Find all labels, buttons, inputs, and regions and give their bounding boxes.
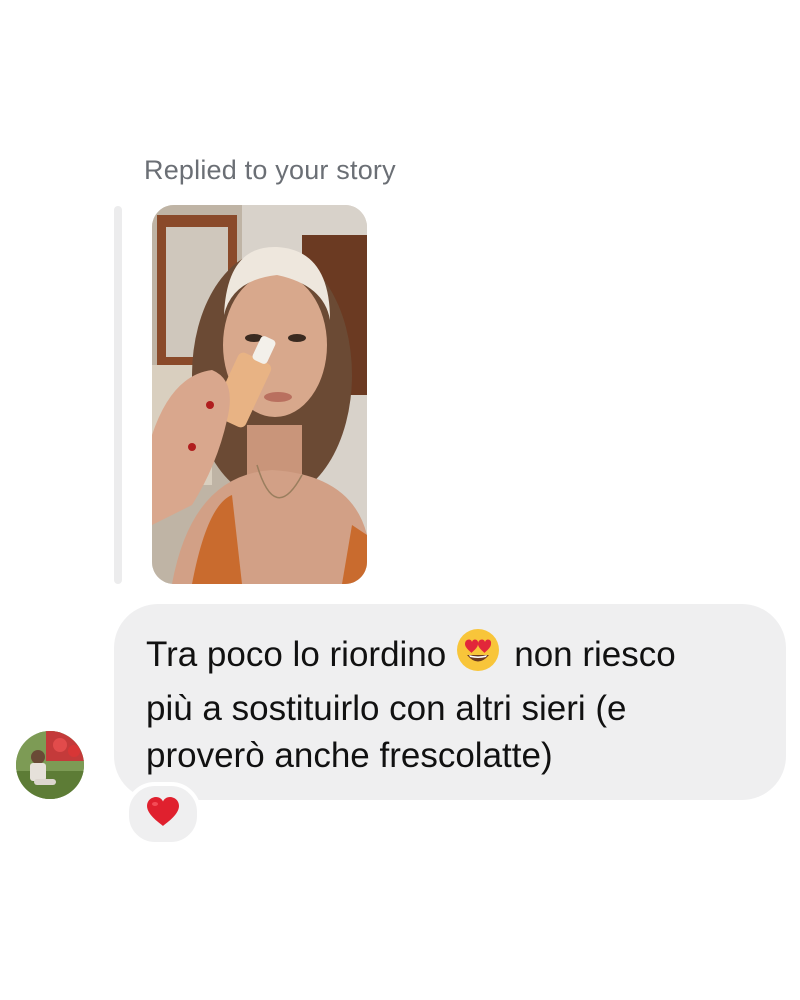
sender-avatar[interactable] <box>16 731 84 799</box>
heart-eyes-emoji-icon <box>456 628 500 685</box>
red-heart-icon <box>146 796 180 832</box>
replied-to-story-label: Replied to your story <box>144 155 396 185</box>
message-line-1: Tra poco lo riordino non riesco <box>146 628 771 685</box>
message-line-3: proverò anche frescolatte) <box>146 736 553 775</box>
story-thumbnail[interactable] <box>152 205 367 584</box>
message-line-1-part-2: non riesco <box>514 635 676 674</box>
reply-quote-bar <box>114 206 122 584</box>
message-line-1-part-1: Tra poco lo riordino <box>146 635 447 674</box>
message-line-2: più a sostituirlo con altri sieri (e <box>146 688 627 728</box>
story-photo <box>152 205 367 584</box>
avatar-photo <box>16 731 84 799</box>
message-text: Tra poco lo riordino non riesco più a sos… <box>146 628 771 780</box>
reaction-badge[interactable] <box>125 782 201 846</box>
